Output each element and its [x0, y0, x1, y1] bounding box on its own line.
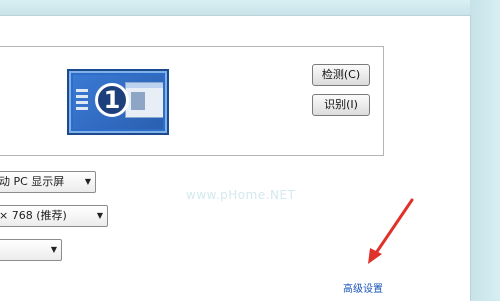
detect-button[interactable]: 检测(C) [312, 64, 370, 86]
window-frame-top [0, 0, 500, 15]
chevron-down-icon: ▼ [50, 245, 57, 254]
monitor-preview-area: 1 检测(C) 识别(I) [0, 46, 384, 156]
orientation-select[interactable]: ▼ [0, 239, 62, 261]
monitor-1[interactable]: 1 [67, 69, 169, 135]
desktop-sidebar-graphic [76, 89, 88, 123]
monitor-screen: 1 [73, 75, 163, 129]
display-select-value: 动 PC 显示屏 [0, 175, 65, 188]
annotation-arrow [368, 198, 414, 264]
screen-resolution-panel: 1 检测(C) 识别(I) 动 PC 显示屏 ▼ www.pHome.NET ×… [0, 15, 471, 301]
watermark: www.pHome.NET [186, 188, 296, 202]
identify-button[interactable]: 识别(I) [312, 94, 370, 116]
window-frame-right [470, 0, 500, 300]
resolution-select-value: × 768 (推荐) [0, 209, 67, 222]
display-select[interactable]: 动 PC 显示屏 ▼ [0, 171, 96, 193]
desktop-window-graphic [125, 82, 163, 118]
advanced-settings-link[interactable]: 高级设置 [343, 280, 383, 295]
chevron-down-icon: ▼ [84, 177, 91, 186]
display-number-badge: 1 [95, 83, 129, 117]
chevron-down-icon: ▼ [96, 211, 103, 220]
resolution-select[interactable]: × 768 (推荐) ▼ [0, 205, 108, 227]
